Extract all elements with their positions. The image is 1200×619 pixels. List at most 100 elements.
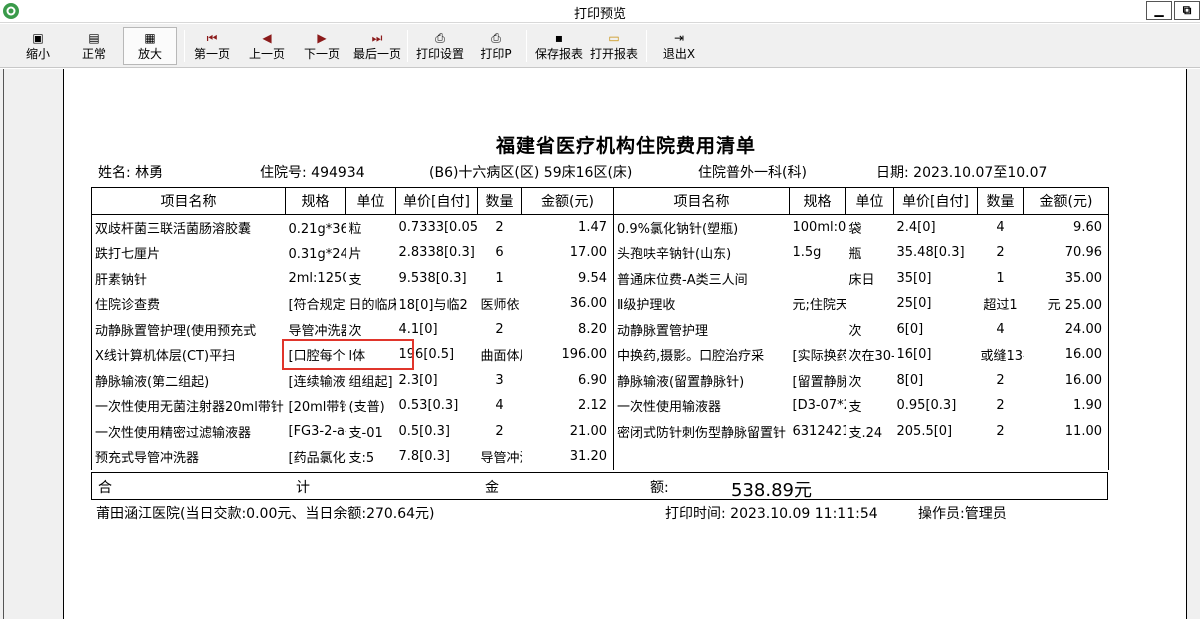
right-unit: 次 xyxy=(848,323,862,339)
toolbar-separator xyxy=(184,30,185,62)
prev-page-button[interactable]: ◀ 上一页 xyxy=(246,28,288,64)
operator: 操作员:管理员 xyxy=(918,506,1007,522)
right-unit-price: 205.5[0] xyxy=(896,423,953,439)
table-row: 住院诊查费[符合规定资日的临床18[0]与临2 医师依36.00Ⅱ级护理收元;住院… xyxy=(91,291,1109,317)
total-label-1: 合 xyxy=(98,480,112,496)
restore-button[interactable]: ⧉ xyxy=(1174,1,1200,20)
left-item-name: 跌打七厘片 xyxy=(91,240,286,266)
left-unit-price: 0.5[0.3] xyxy=(398,423,451,439)
left-amount: 9.54 xyxy=(521,265,614,291)
right-amount: 35.00 xyxy=(1023,265,1109,291)
last-page-button[interactable]: ⏭ 最后一页 xyxy=(350,28,404,64)
header-amount: 金额(元) xyxy=(1023,187,1109,215)
preview-border xyxy=(3,69,4,619)
right-amount: 9.60 xyxy=(1023,214,1109,240)
right-spec: [留置静脉针 xyxy=(792,374,846,390)
table-row: 静脉输液(第二组起)[连续输液第组组起] 2.3[0] 3 6.90静脉输液(留置静脉… xyxy=(91,367,1109,393)
first-page-button[interactable]: ⏮ 第一页 xyxy=(191,28,233,64)
table-row: 预充式导管冲洗器[药品氯化钠支:5 7.8[0.3] 导管冲洗器]31.20 xyxy=(91,444,1109,470)
right-unit-price: 0.95[0.3] xyxy=(896,398,957,414)
report-title: 福建省医疗机构住院费用清单 xyxy=(495,135,756,157)
left-amount: 6.90 xyxy=(521,367,614,393)
left-spec: 0.21g*36粒 xyxy=(288,222,346,237)
left-spec: [药品氯化钠 xyxy=(288,451,346,467)
left-item-name: 一次性使用精密过滤输液器 xyxy=(91,418,286,444)
right-amount: 70.96 xyxy=(1023,240,1109,266)
right-amount: 16.00 xyxy=(1023,367,1109,393)
right-amount: 1.90 xyxy=(1023,393,1109,419)
right-spec: 100ml:0.9g xyxy=(792,220,846,235)
left-unit: 粒 xyxy=(348,222,362,237)
print-setup-button[interactable]: ⎙ 打印设置 xyxy=(413,28,467,64)
toolbar-separator xyxy=(526,30,527,62)
left-quantity: 6 xyxy=(495,245,504,261)
print-time: 打印时间: 2023.10.09 11:11:54 xyxy=(665,506,878,522)
total-amount: 538.89元 xyxy=(731,480,812,501)
title-bar: 打印预览 ▁ ⧉ xyxy=(0,0,1200,23)
right-quantity: 2 xyxy=(996,245,1005,261)
right-quantity: 4 xyxy=(996,220,1005,235)
left-amount: 1.47 xyxy=(521,214,614,240)
save-report-button[interactable]: ▪ 保存报表 xyxy=(532,28,586,64)
zoom-in-icon: ▦ xyxy=(144,31,156,45)
right-spec: 元;住院天数≤30天的,日收费用 xyxy=(792,298,846,314)
zoom-out-button[interactable]: ▣ 缩小 xyxy=(18,28,58,64)
table-row: 动静脉置管护理(使用预充式导管冲洗器次4.1[0]28.20动静脉置管护理次6[… xyxy=(91,316,1109,342)
prev-page-icon: ◀ xyxy=(262,31,272,45)
left-amount: 8.20 xyxy=(521,316,614,342)
preview-area[interactable]: 福建省医疗机构住院费用清单 姓名: 林勇 住院号: 494934 (B6)十六病… xyxy=(0,69,1200,619)
right-item-name: 中换药,摄影。口腔治疗采 xyxy=(613,342,790,368)
right-item-name: 密闭式防针刺伤型静脉留置针 xyxy=(613,418,790,444)
right-quantity xyxy=(978,444,1024,470)
page-normal-icon: ▤ xyxy=(88,31,100,45)
header-unit: 单位 xyxy=(345,187,396,215)
left-item-name: 动静脉置管护理(使用预充式 xyxy=(91,316,286,342)
right-unit xyxy=(846,444,894,470)
right-unit: 袋 xyxy=(848,222,862,237)
header-spec: 规格 xyxy=(285,187,346,215)
exit-button[interactable]: ⇥ 退出X xyxy=(658,28,700,64)
right-unit-price xyxy=(894,444,978,470)
left-unit-price: 9.538[0.3] xyxy=(398,270,467,286)
header-unit-price: 单价[自付] xyxy=(395,187,478,215)
right-unit: 瓶 xyxy=(848,247,862,263)
exit-icon: ⇥ xyxy=(673,31,685,45)
fee-table: 项目名称 规格 单位 单价[自付] 数量 金额(元) 项目名称 规格 单位 单价[自付] 数量 金额(… xyxy=(91,187,1109,470)
vertical-scrollbar[interactable] xyxy=(1188,69,1200,619)
left-spec: [符合规定资 xyxy=(288,298,346,314)
open-folder-icon: ▭ xyxy=(608,31,620,45)
left-unit: 支-01 xyxy=(348,425,383,441)
next-page-button[interactable]: ▶ 下一页 xyxy=(301,28,343,64)
left-item-name: 住院诊查费 xyxy=(91,291,286,317)
left-unit-price: 18[0]与临2 xyxy=(398,298,468,314)
left-item-name: 双歧杆菌三联活菌肠溶胶囊 xyxy=(91,214,286,240)
right-unit-price: 2.4[0] xyxy=(896,220,936,235)
right-quantity: 或缝13-10 xyxy=(980,349,1024,365)
left-item-name: 肝素钠针 xyxy=(91,265,286,291)
right-unit-price: 6[0] xyxy=(896,321,924,337)
right-item-name: Ⅱ级护理收 xyxy=(613,291,790,317)
total-row: 合 计 金 额: 538.89元 xyxy=(91,472,1108,501)
left-unit: 支:5 xyxy=(348,451,375,467)
right-spec: [D3-07*24 xyxy=(792,398,846,414)
report-page: 福建省医疗机构住院费用清单 姓名: 林勇 住院号: 494934 (B6)十六病… xyxy=(63,69,1187,619)
right-item-name: 一次性使用输液器 xyxy=(613,393,790,419)
left-quantity: 曲面体层颌全 xyxy=(480,349,522,365)
table-row: 跌打七厘片0.31g*24片片 2.8338[0.3] 6 17.00头孢呋辛钠针(山… xyxy=(91,240,1109,266)
open-report-button[interactable]: ▭ 打开报表 xyxy=(587,28,641,64)
date-range: 日期: 2023.10.07至10.07 xyxy=(876,165,1048,181)
printer-icon: ⎙ xyxy=(491,31,501,45)
left-item-name: 静脉输液(第二组起) xyxy=(91,367,286,393)
left-item-name: 一次性使用无菌注射器20ml带针 xyxy=(91,393,286,419)
minimize-button[interactable]: ▁ xyxy=(1146,1,1172,20)
right-unit-price: 35[0] xyxy=(896,270,932,286)
right-unit: 次在30- xyxy=(848,349,894,365)
zoom-in-button[interactable]: ▦ 放大 xyxy=(123,27,177,65)
right-unit xyxy=(846,291,894,317)
left-quantity: 导管冲洗器] xyxy=(480,451,522,467)
header-unit-price: 单价[自付] xyxy=(893,187,978,215)
normal-size-button[interactable]: ▤ 正常 xyxy=(74,28,114,64)
print-button[interactable]: ⎙ 打印P xyxy=(475,28,517,64)
right-amount: 24.00 xyxy=(1023,316,1109,342)
right-unit: 支.24 xyxy=(848,425,883,441)
